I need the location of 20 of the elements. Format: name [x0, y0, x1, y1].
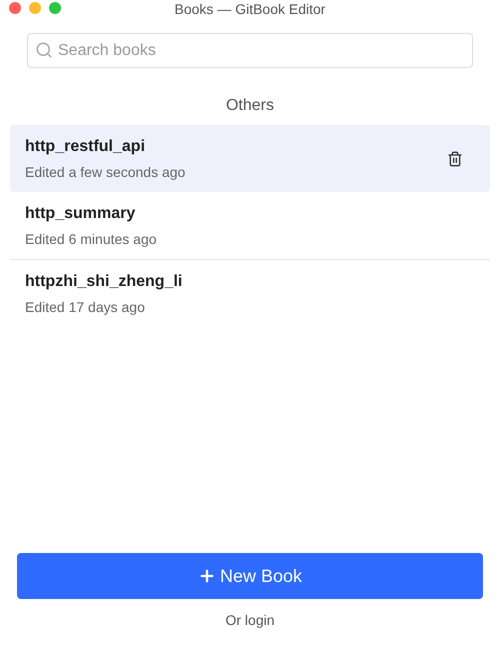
book-item[interactable]: http_summary Edited 6 minutes ago: [10, 192, 490, 260]
trash-icon[interactable]: [447, 150, 463, 166]
window-title: Books — GitBook Editor: [174, 2, 326, 16]
search-icon: [35, 41, 53, 59]
book-title: http_summary: [25, 204, 136, 224]
login-link[interactable]: Or login: [225, 610, 275, 631]
book-item[interactable]: httpzhi_shi_zheng_li Edited 17 days ago: [10, 260, 490, 328]
book-item[interactable]: http_restful_api Edited a few seconds ago: [10, 125, 490, 192]
maximize-window-icon[interactable]: [49, 2, 61, 14]
book-title: httpzhi_shi_zheng_li: [25, 272, 184, 292]
book-title: http_restful_api: [25, 136, 146, 156]
minimize-window-icon[interactable]: [29, 2, 41, 14]
section-title: Others: [226, 96, 274, 116]
plus-icon: [198, 567, 216, 585]
search-field[interactable]: Search books: [27, 33, 473, 68]
edited-time: Edited 6 minutes ago: [25, 230, 158, 249]
edited-time: Edited 17 days ago: [25, 298, 146, 317]
close-window-icon[interactable]: [9, 2, 21, 14]
edited-time: Edited a few seconds ago: [25, 162, 186, 182]
new-book-button[interactable]: New Book: [17, 553, 483, 599]
